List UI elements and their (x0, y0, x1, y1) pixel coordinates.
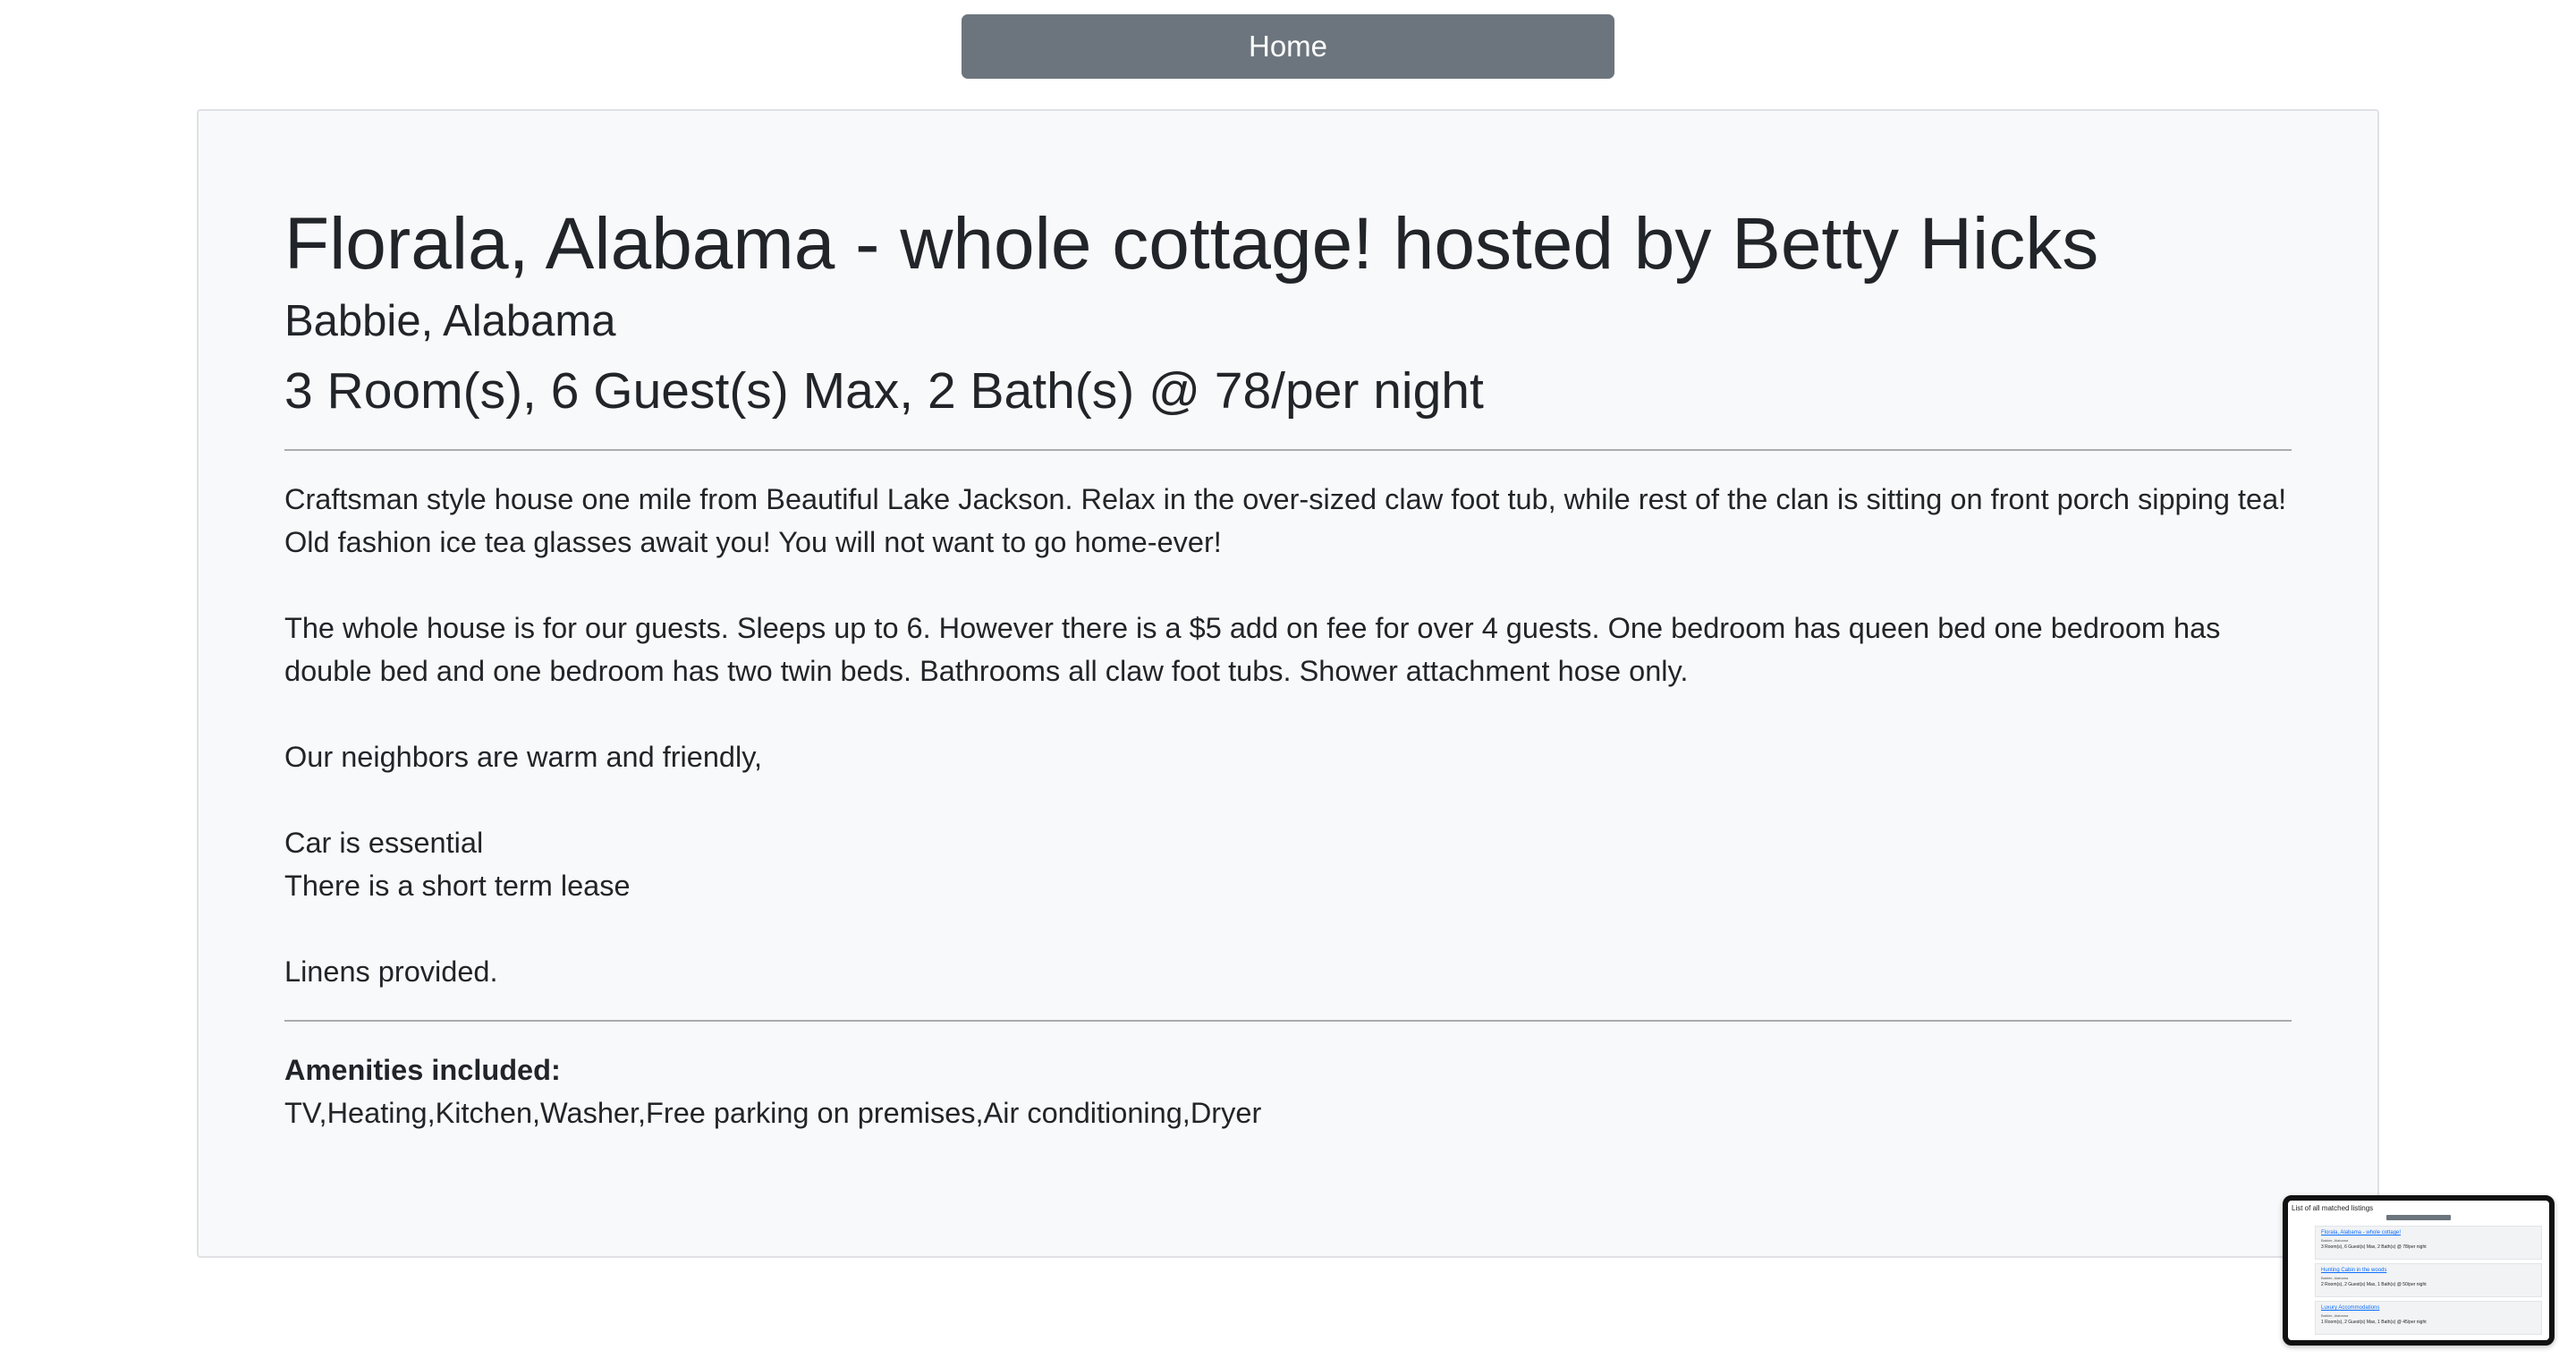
amenities-heading: Amenities included: (284, 1053, 561, 1086)
thumbnail-list-item: Florala, Alabama - whole cottage! Babbie… (2315, 1226, 2542, 1260)
divider-bottom (284, 1019, 2292, 1022)
description-paragraph: Craftsman style house one mile from Beau… (284, 482, 2287, 558)
thumbnail-item-location: Babbie, Alabama (2321, 1276, 2349, 1280)
listing-specs: 3 Room(s), 6 Guest(s) Max, 2 Bath(s) @ 7… (284, 362, 1484, 420)
description-paragraph: Our neighbors are warm and friendly, (284, 740, 763, 773)
description-line: Car is essential (284, 826, 484, 859)
description-paragraph: The whole house is for our guests. Sleep… (284, 611, 2221, 687)
thumbnail-item-specs: 3 Room(s), 6 Guest(s) Max, 2 Bath(s) @ 7… (2321, 1244, 2427, 1250)
description-paragraph: Linens provided. (284, 955, 498, 988)
page-preview-thumbnail[interactable]: List of all matched listings Florala, Al… (2283, 1195, 2555, 1346)
thumbnail-item-link: Luxury Accommodations (2321, 1305, 2380, 1311)
thumbnail-list-item: Hunting Cabin in the woods Babbie, Alaba… (2315, 1263, 2542, 1297)
listing-card: Florala, Alabama - whole cottage! hosted… (197, 109, 2379, 1258)
description-line: There is a short term lease (284, 869, 631, 902)
listing-title: Florala, Alabama - whole cottage! hosted… (284, 203, 2099, 284)
divider-top (284, 448, 2292, 451)
thumbnail-item-location: Babbie, Alabama (2321, 1313, 2349, 1318)
listing-content: Florala, Alabama - whole cottage! hosted… (284, 200, 2292, 1134)
thumbnail-item-link: Hunting Cabin in the woods (2321, 1268, 2387, 1273)
thumbnail-item-specs: 1 Room(s), 2 Guest(s) Max, 1 Bath(s) @ 4… (2321, 1320, 2427, 1325)
listing-location: Babbie, Alabama (284, 297, 616, 346)
listing-description: Craftsman style house one mile from Beau… (284, 478, 2292, 993)
thumbnail-item-location: Babbie, Alabama (2321, 1238, 2349, 1243)
thumbnail-item-link: Florala, Alabama - whole cottage! (2321, 1230, 2402, 1235)
thumbnail-heading: List of all matched listings (2292, 1204, 2374, 1212)
amenities-list: TV,Heating,Kitchen,Washer,Free parking o… (284, 1096, 1262, 1129)
thumbnail-list-item: Luxury Accommodations Babbie, Alabama 1 … (2315, 1301, 2542, 1335)
thumbnail-home-button (2386, 1215, 2451, 1220)
thumbnail-item-specs: 2 Room(s), 2 Guest(s) Max, 1 Bath(s) @ 5… (2321, 1282, 2427, 1287)
home-button[interactable]: Home (962, 14, 1614, 79)
